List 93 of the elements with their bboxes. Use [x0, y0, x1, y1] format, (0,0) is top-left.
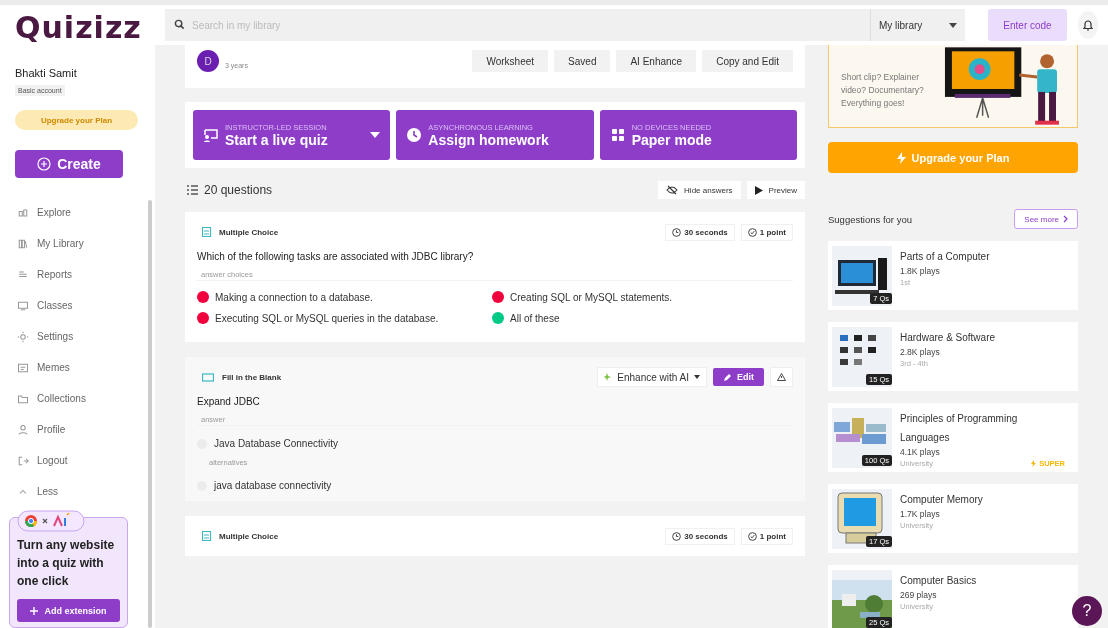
sparkle-icon [604, 373, 613, 381]
quiz-action-button[interactable]: AI Enhance [616, 50, 697, 72]
extension-text: Turn any website into a quiz with one click [17, 537, 116, 591]
scope-dropdown[interactable]: My library [870, 9, 965, 41]
checklist-icon [202, 531, 211, 541]
clock-icon [672, 531, 682, 541]
checklist-icon [202, 227, 211, 237]
nav-icon [17, 330, 29, 343]
avatar: D [197, 50, 219, 72]
nav-item[interactable]: Reports [17, 259, 86, 291]
play-count: 269 plays [900, 590, 938, 600]
add-extension-button[interactable]: Add extension [17, 599, 120, 623]
chevron-right-icon [1063, 215, 1068, 223]
nav-icon [17, 423, 29, 436]
play-count: 1.7K plays [900, 509, 941, 519]
preview-button[interactable]: Preview [746, 181, 805, 199]
pencil-icon [723, 372, 732, 382]
nav-icon [17, 392, 29, 405]
time-chip[interactable]: 30 seconds [665, 527, 735, 545]
search-icon [174, 19, 185, 30]
nav-item[interactable]: Memes [17, 352, 86, 384]
see-more-button[interactable]: See more [1014, 209, 1078, 229]
enter-code-button[interactable]: Enter code [988, 9, 1067, 41]
grid-icon [609, 127, 626, 143]
promo-text: Short clip? Explainer video? Documentary? Everything goes! [841, 71, 925, 110]
question-count: 20 questions [187, 183, 273, 197]
caret-icon [370, 132, 381, 138]
create-button[interactable]: Create [15, 150, 123, 179]
question-type: Fill in the Blank [202, 372, 282, 382]
nav-item[interactable]: Settings [17, 321, 86, 353]
eye-off-icon [666, 185, 679, 195]
play-count: 1.8K plays [900, 266, 941, 276]
nav-item[interactable]: Collections [17, 383, 86, 415]
hide-answers-button[interactable]: Hide answers [658, 181, 741, 199]
warning-icon [777, 373, 786, 381]
quiz-title: Computer Basics [900, 574, 978, 588]
caret-icon [694, 375, 700, 379]
question-type: Multiple Choice [202, 227, 279, 237]
lightning-icon [896, 151, 906, 164]
nav-icon [17, 206, 29, 219]
points-chip[interactable]: 1 point [740, 527, 793, 545]
nav-icon [17, 299, 29, 312]
quiz-title: Principles of Programming Languages [900, 412, 1019, 445]
plus-circle-icon [37, 157, 52, 172]
time-chip[interactable]: 30 seconds [665, 223, 735, 241]
play-icon [754, 185, 763, 195]
scrollbar[interactable] [148, 200, 152, 628]
question-text: Expand JDBC [197, 396, 261, 407]
nav-item[interactable]: Explore [17, 197, 86, 229]
list-icon [187, 185, 198, 195]
bell-icon [1082, 18, 1094, 32]
nav-item[interactable]: Profile [17, 414, 86, 446]
warning-button[interactable] [770, 367, 793, 387]
presenter-icon [203, 127, 219, 143]
answer-choice: All of these [510, 312, 560, 324]
nav-icon [17, 237, 29, 250]
nav-icon [17, 361, 29, 374]
quiz-title: Hardware & Software [900, 331, 997, 345]
check-circle-icon [747, 531, 757, 541]
nav-item[interactable]: Classes [17, 290, 86, 322]
blank-icon [202, 372, 214, 382]
answer-choice: Creating SQL or MySQL statements. [510, 291, 673, 303]
answer-choice: Making a connection to a database. [215, 291, 373, 303]
question-type: Multiple Choice [202, 531, 279, 541]
play-count: 2.8K plays [900, 347, 941, 357]
quiz-action-button[interactable]: Worksheet [472, 50, 549, 72]
nav-item[interactable]: My Library [17, 228, 86, 260]
lightning-icon [1031, 460, 1037, 467]
answer-text: Java Database Connectivity [214, 438, 338, 449]
logo[interactable]: Quizizz [15, 11, 142, 45]
caret-icon [949, 22, 957, 28]
play-count: 4.1K plays [900, 447, 941, 457]
nav-icon [17, 454, 29, 467]
clock-icon [406, 127, 423, 143]
nav-item[interactable]: Logout [17, 445, 86, 477]
enhance-ai-button[interactable]: Enhance with AI [597, 367, 707, 387]
nav-item[interactable]: Less [17, 476, 86, 508]
answer-choice: Executing SQL or MySQL queries in the database. [215, 312, 439, 324]
user-name: Bhakti Samit [15, 67, 77, 79]
quiz-title: Computer Memory [900, 493, 984, 507]
quiz-action-button[interactable]: Copy and Edit [702, 50, 793, 72]
help-button[interactable]: ? [1072, 596, 1102, 626]
edit-button[interactable]: Edit [713, 368, 764, 386]
points-chip[interactable]: 1 point [740, 223, 793, 241]
plus-icon [30, 606, 39, 615]
check-circle-icon [747, 227, 757, 237]
section-title: Suggestions for you [828, 213, 912, 225]
quiz-action-button[interactable]: Saved [554, 50, 611, 72]
notification-button[interactable] [1078, 11, 1098, 39]
answer-text: java database connectivity [214, 480, 332, 491]
clock-icon [672, 227, 682, 237]
question-text: Which of the following tasks are associated with JDBC library? [197, 251, 475, 262]
quiz-title: Parts of a Computer [900, 250, 991, 264]
